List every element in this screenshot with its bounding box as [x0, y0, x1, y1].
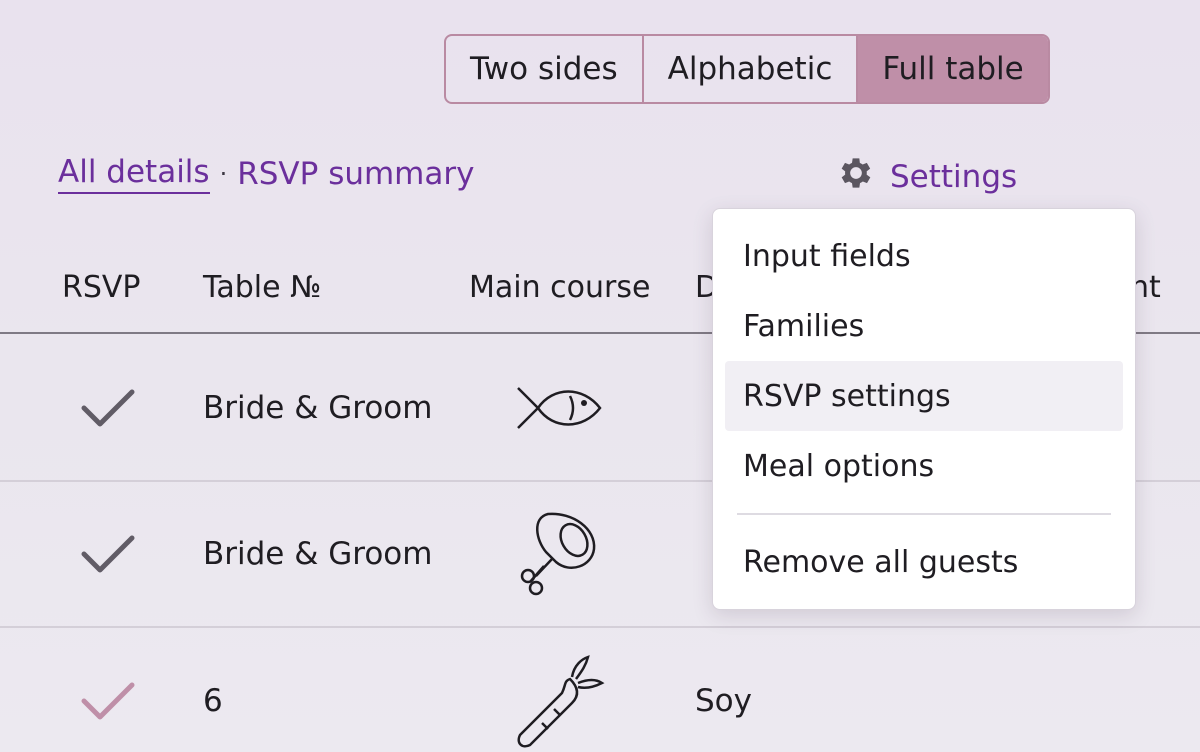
check-icon[interactable] — [80, 679, 136, 723]
table-cell: Bride & Groom — [203, 536, 433, 572]
view-switch: Two sides Alphabetic Full table — [444, 34, 1050, 104]
table-cell: Bride & Groom — [203, 390, 433, 426]
view-alphabetic-button[interactable]: Alphabetic — [641, 36, 857, 102]
menu-item-input-fields[interactable]: Input fields — [725, 221, 1123, 291]
menu-item-families[interactable]: Families — [725, 291, 1123, 361]
settings-button[interactable]: Settings — [836, 153, 1017, 201]
gear-icon — [836, 153, 876, 201]
rsvp-summary-link[interactable]: RSVP summary — [237, 156, 474, 192]
table-cell: 6 — [203, 683, 223, 719]
menu-item-meal-options[interactable]: Meal options — [725, 431, 1123, 501]
carrot-icon[interactable] — [508, 651, 608, 751]
check-icon[interactable] — [80, 532, 136, 576]
settings-label: Settings — [890, 159, 1018, 195]
header-main-course[interactable]: Main course — [469, 270, 650, 305]
diet-cell: Soy — [695, 683, 752, 719]
menu-item-remove-all-guests[interactable]: Remove all guests — [725, 527, 1123, 597]
check-icon[interactable] — [80, 386, 136, 430]
meat-icon[interactable] — [508, 504, 608, 604]
view-two-sides-button[interactable]: Two sides — [446, 36, 642, 102]
header-rsvp[interactable]: RSVP — [62, 270, 141, 305]
header-table-no[interactable]: Table № — [203, 270, 321, 305]
detail-links: All details · RSVP summary — [58, 154, 474, 194]
menu-item-rsvp-settings[interactable]: RSVP settings — [725, 361, 1123, 431]
link-separator: · — [219, 160, 228, 188]
view-full-table-button[interactable]: Full table — [856, 36, 1048, 102]
fish-icon[interactable] — [508, 358, 608, 458]
all-details-link[interactable]: All details — [58, 154, 210, 194]
settings-dropdown: Input fields Families RSVP settings Meal… — [712, 208, 1136, 610]
menu-divider — [737, 513, 1111, 515]
table-row[interactable]: 6 Soy — [0, 628, 1200, 752]
